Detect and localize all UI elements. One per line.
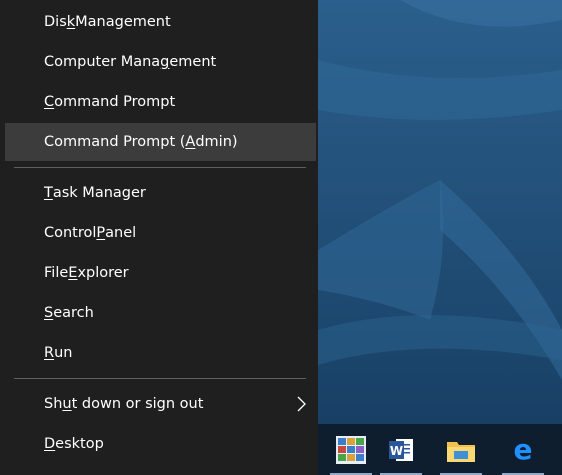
menu-item-search[interactable]: Search <box>5 294 316 332</box>
taskbar-edge[interactable]: e <box>498 424 548 475</box>
menu-item-desktop[interactable]: Desktop <box>5 425 316 463</box>
word-icon: W <box>389 438 413 461</box>
edge-icon: e <box>514 436 533 464</box>
menu-item-computer-management[interactable]: Computer Mana g ement <box>5 43 316 81</box>
svg-text:W: W <box>390 444 403 458</box>
menu-item-file-explorer[interactable]: File Explorer <box>5 254 316 292</box>
menu-item-command-prompt[interactable]: Command Prompt <box>5 83 316 121</box>
menu-item-command-prompt-admin[interactable]: Command Prompt (Admin) <box>5 123 316 161</box>
menu-item-control-panel[interactable]: Control Panel <box>5 214 316 252</box>
taskbar-word[interactable]: W <box>376 424 426 475</box>
control-panel-icon <box>336 435 366 464</box>
menu-item-task-manager[interactable]: Task Manager <box>5 174 316 212</box>
taskbar-file-explorer[interactable] <box>436 424 486 475</box>
taskbar-control-panel[interactable] <box>326 424 376 475</box>
menu-item-disk-management[interactable]: Dis k Management <box>5 3 316 41</box>
menu-separator <box>14 378 306 379</box>
menu-separator <box>14 167 306 168</box>
svg-text:e: e <box>514 436 533 464</box>
taskbar: W e <box>318 424 562 475</box>
quick-link-menu: Dis k Management Computer Mana g ement Comm… <box>0 0 318 475</box>
file-explorer-icon <box>447 441 475 462</box>
chevron-right-icon <box>297 396 306 412</box>
menu-item-run[interactable]: Run <box>5 334 316 372</box>
menu-item-shut-down-or-sign-out[interactable]: Sh u t down or sign out <box>5 385 316 423</box>
